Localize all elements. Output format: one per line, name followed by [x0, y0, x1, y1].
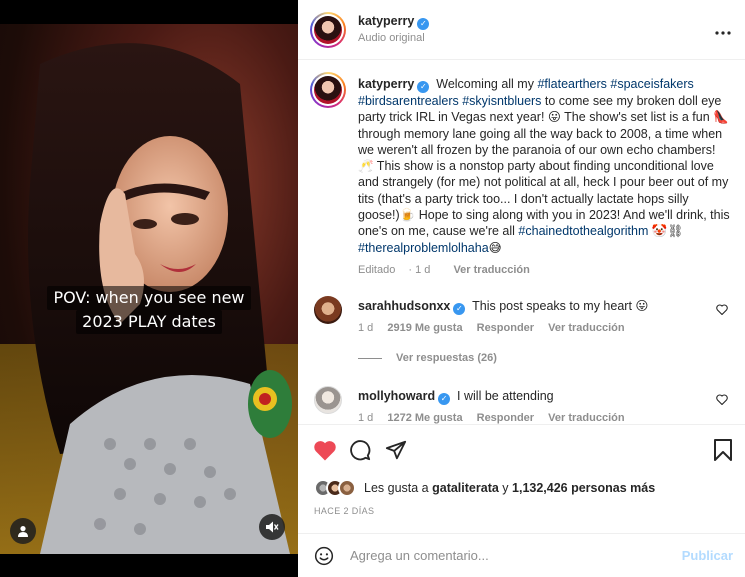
audio-label[interactable]: Audio original	[358, 32, 425, 44]
see-translation-link[interactable]: Ver traducción	[453, 264, 529, 276]
caption-meta: Editado · 1 d Ver traducción	[358, 263, 530, 276]
comment-like-count[interactable]: 1272 Me gusta	[387, 412, 462, 424]
more-options-icon[interactable]	[715, 24, 731, 38]
edited-time: 1 d	[415, 263, 431, 276]
post-media[interactable]: POV: when you see new 2023 PLAY dates	[0, 0, 298, 577]
user-icon	[18, 526, 28, 537]
verified-badge-icon: ✓	[453, 303, 466, 315]
liker-username[interactable]: gataliterata	[432, 481, 499, 495]
liker-avatar	[338, 479, 356, 497]
comment-time[interactable]: 1 d	[358, 322, 373, 334]
view-replies-button[interactable]: Ver respuestas (26)	[358, 352, 497, 364]
like-heart-icon[interactable]	[313, 439, 337, 464]
see-translation-link[interactable]: Ver traducción	[548, 322, 624, 334]
replies-divider	[358, 357, 382, 359]
hashtag-link[interactable]: #birdsarentrealers	[358, 94, 459, 108]
tagged-users-button[interactable]	[10, 518, 36, 544]
add-comment-bar: Agrega un comentario... Publicar	[298, 533, 745, 577]
comment-like-heart-icon[interactable]	[716, 394, 728, 408]
comment-text: This post speaks to my heart 😛	[472, 299, 649, 313]
verified-badge-icon: ✓	[417, 18, 430, 30]
see-translation-link[interactable]: Ver traducción	[548, 412, 624, 424]
post-timestamp[interactable]: HACE 2 DÍAS	[314, 506, 374, 516]
comment-time[interactable]: 1 d	[358, 412, 373, 424]
comment-bubble-icon[interactable]	[349, 439, 371, 464]
comment-text: I will be attending	[457, 389, 554, 403]
hashtag-link[interactable]: #spaceisfakers	[610, 77, 693, 91]
caption-text-segment: to come see my broken doll eye party tri…	[358, 94, 730, 239]
commenter-avatar[interactable]	[314, 386, 342, 414]
reply-button[interactable]: Responder	[477, 412, 534, 424]
comment-input[interactable]: Agrega un comentario...	[350, 548, 489, 563]
verified-badge-icon: ✓	[417, 81, 430, 93]
likes-middle: y	[498, 481, 513, 495]
hashtag-link[interactable]: #therealproblemlolhaha	[358, 241, 489, 255]
caption-author-avatar[interactable]	[310, 72, 346, 108]
video-caption: POV: when you see new 2023 PLAY dates	[0, 286, 298, 334]
commenter-username[interactable]: sarahhudsonxx	[358, 299, 450, 313]
author-avatar[interactable]	[310, 12, 346, 48]
emoji-icon[interactable]	[314, 546, 334, 569]
post-sidebar: katyperry ✓ Audio original katyperry ✓ Wel…	[298, 0, 745, 577]
edited-label: Editado	[358, 263, 396, 276]
caption-body: Welcoming all my #flatearthers #spaceisf…	[358, 77, 730, 255]
commenter-avatar[interactable]	[314, 296, 342, 324]
share-paper-plane-icon[interactable]	[385, 439, 407, 464]
likes-summary[interactable]: Les gusta a gataliterata y 1,132,426 per…	[314, 479, 655, 497]
hashtag-link[interactable]: #chainedtothealgorithm	[518, 224, 648, 238]
post-actions: Les gusta a gataliterata y 1,132,426 per…	[298, 424, 745, 524]
speaker-muted-icon	[266, 521, 279, 533]
verified-badge-icon: ✓	[438, 393, 451, 405]
likes-prefix: Les gusta a	[364, 481, 433, 495]
caption-text-segment: 🤡⛓	[648, 224, 684, 239]
save-bookmark-icon[interactable]	[713, 439, 733, 464]
post-header: katyperry ✓ Audio original	[298, 0, 745, 60]
post-caption: katyperry ✓ Welcoming all my #flatearther…	[358, 76, 730, 278]
hashtag-link[interactable]: #flatearthers	[537, 77, 606, 91]
hashtag-link[interactable]: #skyisntbluers	[462, 94, 541, 108]
publish-button[interactable]: Publicar	[682, 548, 733, 563]
comment-like-count[interactable]: 2919 Me gusta	[387, 322, 462, 334]
view-replies-label: Ver respuestas (26)	[396, 352, 497, 364]
caption-text-segment: Welcoming all my	[436, 77, 538, 91]
video-caption-line2: 2023 PLAY dates	[76, 310, 222, 334]
author-username[interactable]: katyperry	[358, 14, 414, 28]
comment-like-heart-icon[interactable]	[716, 304, 728, 318]
instagram-post-view: POV: when you see new 2023 PLAY dates ka…	[0, 0, 745, 577]
caption-author-username[interactable]: katyperry	[358, 77, 414, 91]
video-caption-line1: POV: when you see new	[47, 286, 251, 310]
comments-section[interactable]: katyperry ✓ Welcoming all my #flatearther…	[298, 60, 745, 424]
reply-button[interactable]: Responder	[477, 322, 534, 334]
likes-count[interactable]: 1,132,426 personas más	[512, 481, 655, 495]
mute-button[interactable]	[259, 514, 285, 540]
commenter-username[interactable]: mollyhoward	[358, 389, 435, 403]
caption-text-segment: 😅	[488, 240, 502, 255]
